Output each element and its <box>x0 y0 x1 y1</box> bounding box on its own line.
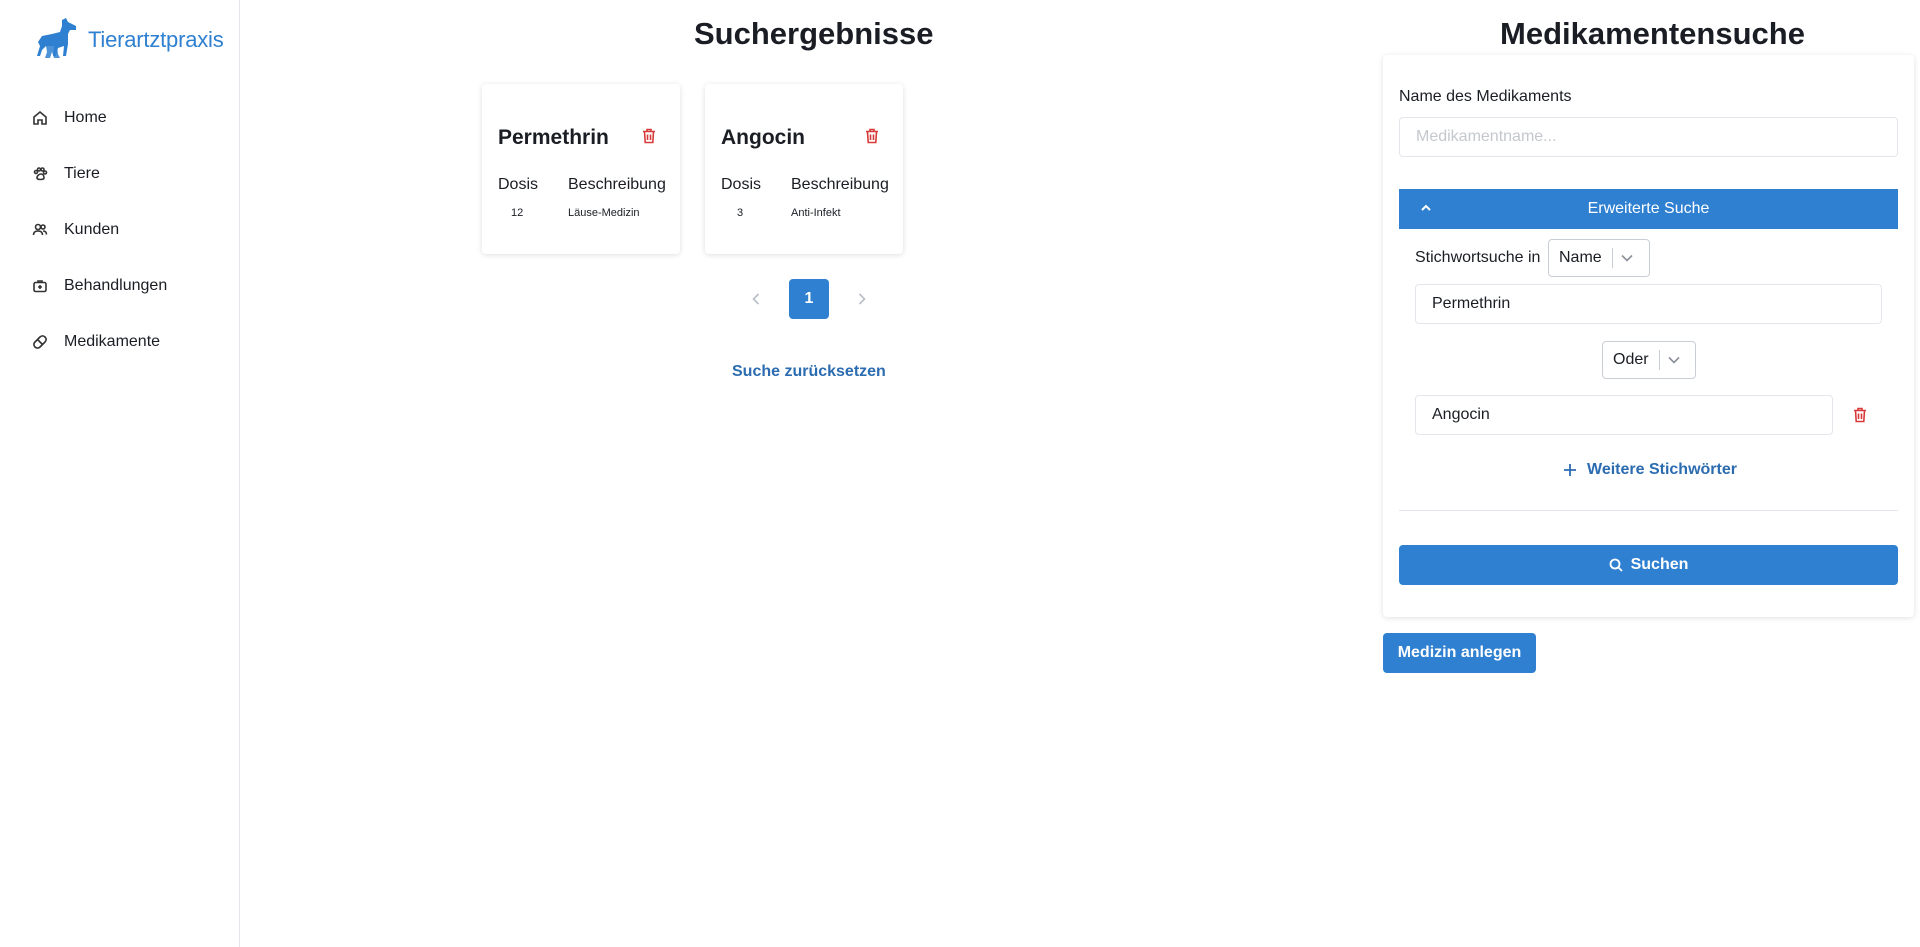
trash-icon <box>866 128 878 144</box>
page-button[interactable]: 1 <box>789 279 829 319</box>
select-value: Name <box>1559 249 1602 266</box>
keyword-input[interactable]: Permethrin <box>1415 284 1882 324</box>
sidebar-item-home[interactable]: Home <box>0 90 239 146</box>
search-title: Medikamentensuche <box>1500 16 1805 51</box>
sidebar: Tierartztpraxis Home Tiere Kunden Behand… <box>0 0 240 947</box>
plus-icon <box>1564 464 1576 476</box>
remove-keyword-button[interactable] <box>1853 407 1871 425</box>
operator-select[interactable]: Oder <box>1602 341 1696 379</box>
search-panel: Name des Medikaments Medikamentname... E… <box>1383 55 1914 617</box>
sidebar-item-tiere[interactable]: Tiere <box>0 146 239 202</box>
advanced-search-label: Erweiterte Suche <box>1587 200 1710 217</box>
sidebar-item-kunden[interactable]: Kunden <box>0 202 239 258</box>
sidebar-nav: Home Tiere Kunden Behandlungen Medikamen… <box>0 90 239 370</box>
search-button[interactable]: Suchen <box>1399 545 1898 585</box>
sidebar-item-behandlungen[interactable]: Behandlungen <box>0 258 239 314</box>
dose-header: Dosis <box>721 176 762 193</box>
users-icon <box>32 223 48 236</box>
next-page-button[interactable] <box>854 291 870 307</box>
logo[interactable]: Tierartztpraxis <box>32 16 224 64</box>
sidebar-item-medikamente[interactable]: Medikamente <box>0 314 239 370</box>
sidebar-item-label: Kunden <box>64 221 120 238</box>
chevron-down-icon <box>1613 254 1641 262</box>
dose-header: Dosis <box>498 176 539 193</box>
chevron-down-icon <box>1660 356 1688 364</box>
paw-icon <box>33 167 48 181</box>
trash-icon <box>643 128 655 144</box>
description-header: Beschreibung <box>568 176 666 193</box>
pagination: 1 <box>748 279 870 319</box>
result-card[interactable]: Angocin Dosis Beschreibung 3 Anti-Infekt <box>705 84 903 254</box>
add-keyword-label: Weitere Stichwörter <box>1587 461 1737 478</box>
description-value: Anti-Infekt <box>791 207 841 219</box>
description-value: Läuse-Medizin <box>568 207 640 219</box>
keyword-input[interactable]: Angocin <box>1415 395 1833 435</box>
chevron-left-icon <box>752 293 760 305</box>
medication-name-label: Name des Medikaments <box>1399 88 1572 105</box>
home-icon <box>33 110 47 125</box>
dose-value: 12 <box>511 207 524 219</box>
logo-text: Tierartztpraxis <box>88 27 224 52</box>
prev-page-button[interactable] <box>748 291 764 307</box>
sidebar-item-label: Home <box>64 109 107 126</box>
result-card[interactable]: Permethrin Dosis Beschreibung 12 Läuse-M… <box>482 84 680 254</box>
search-icon <box>1609 558 1623 572</box>
select-value: Oder <box>1613 351 1649 368</box>
trash-icon <box>1854 407 1866 423</box>
reset-search-link[interactable]: Suche zurücksetzen <box>732 363 886 381</box>
add-keyword-button[interactable]: Weitere Stichwörter <box>1563 461 1737 479</box>
dose-value: 3 <box>737 207 744 219</box>
results-title: Suchergebnisse <box>694 16 934 51</box>
medication-name-input[interactable]: Medikamentname... <box>1399 117 1898 157</box>
sidebar-item-label: Tiere <box>64 165 100 182</box>
delete-button[interactable] <box>642 128 660 146</box>
sidebar-item-label: Behandlungen <box>64 277 168 294</box>
pill-icon <box>33 335 47 349</box>
chevron-right-icon <box>858 293 866 305</box>
chevron-up-icon <box>1419 201 1433 215</box>
create-medication-button[interactable]: Medizin anlegen <box>1383 633 1536 673</box>
description-header: Beschreibung <box>791 176 889 193</box>
dog-cat-logo-icon <box>37 18 76 58</box>
sidebar-item-label: Medikamente <box>64 333 161 350</box>
delete-button[interactable] <box>865 128 883 146</box>
keyword-search-label: Stichwortsuche in <box>1415 249 1541 266</box>
card-medication-name: Permethrin <box>498 126 609 149</box>
medical-bag-icon <box>33 280 47 293</box>
card-medication-name: Angocin <box>721 126 805 149</box>
divider <box>1399 510 1898 511</box>
search-field-select[interactable]: Name <box>1548 239 1650 277</box>
advanced-search-toggle[interactable]: Erweiterte Suche <box>1399 189 1898 229</box>
search-button-label: Suchen <box>1630 556 1689 573</box>
